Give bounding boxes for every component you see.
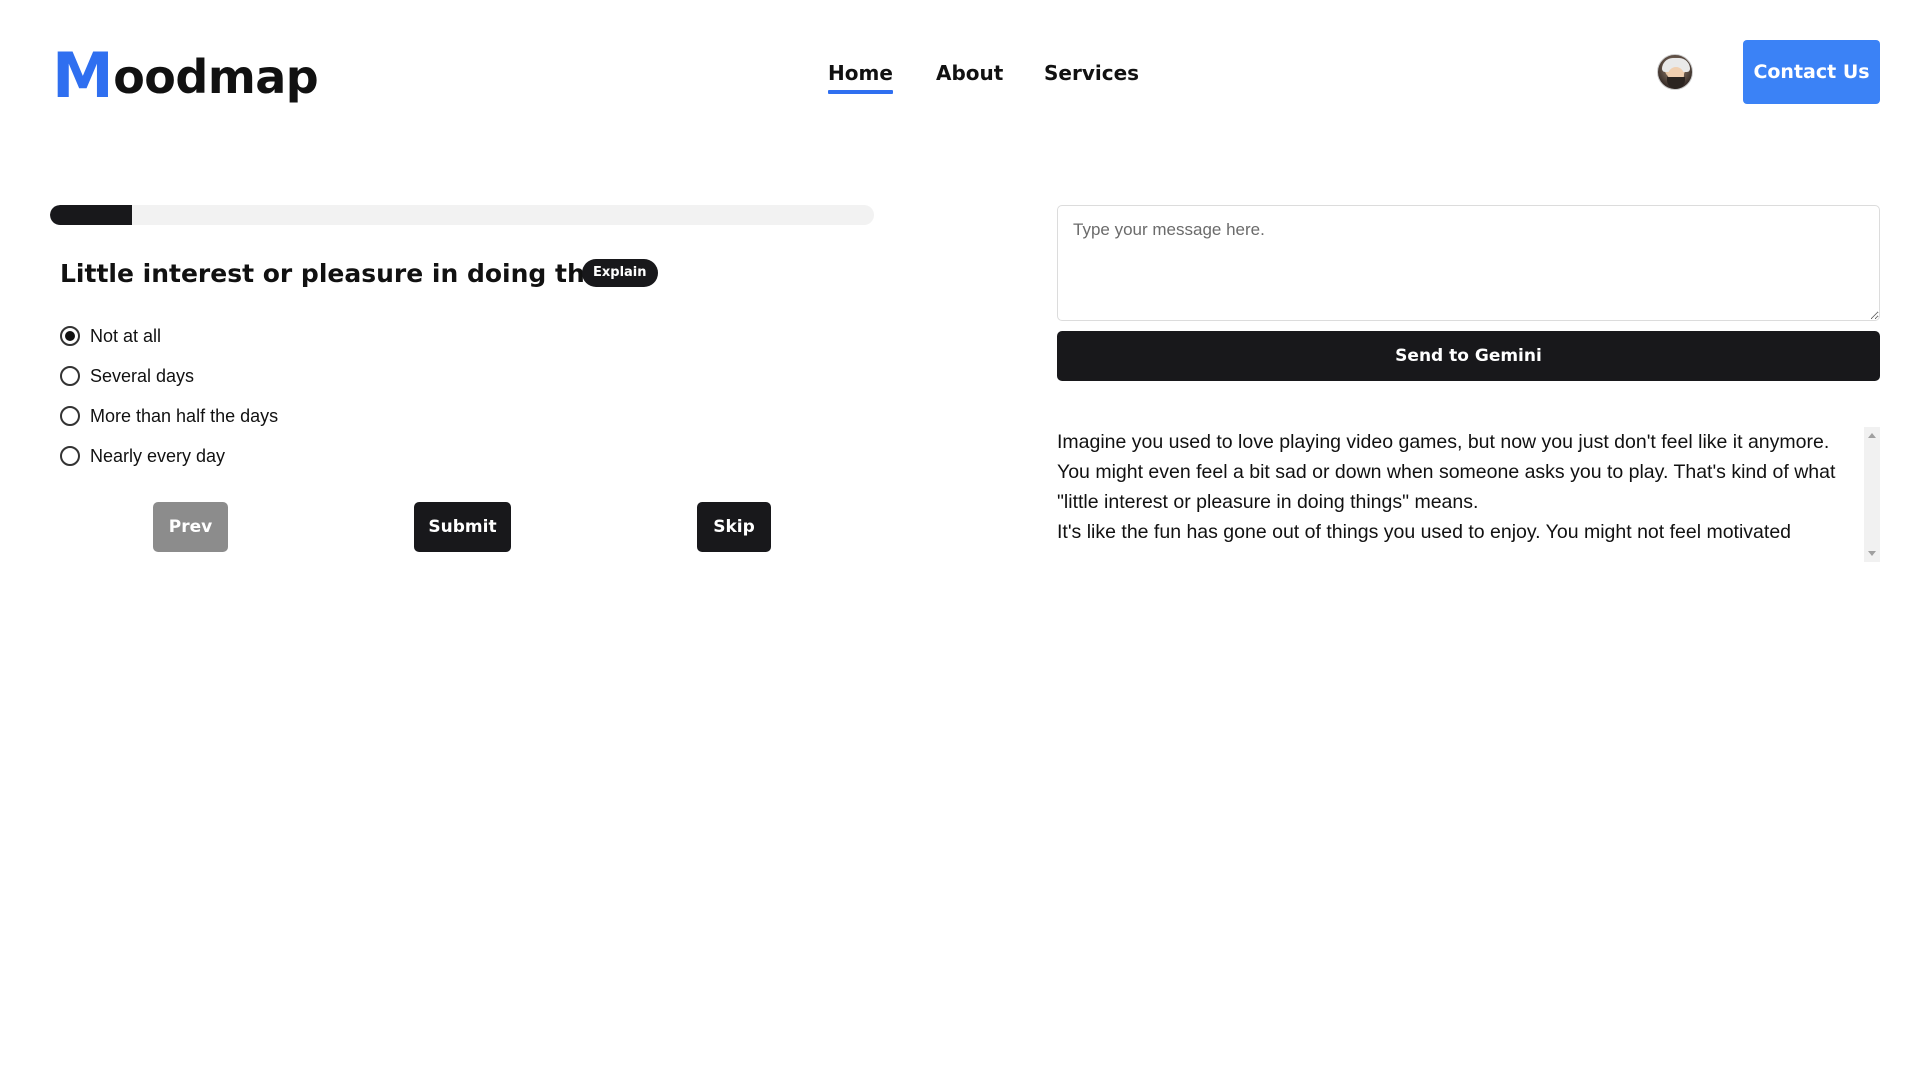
- option-label: More than half the days: [90, 405, 279, 426]
- skip-button[interactable]: Skip: [697, 502, 771, 552]
- prev-button[interactable]: Prev: [153, 502, 228, 552]
- option-label: Not at all: [90, 325, 162, 346]
- radio-icon[interactable]: [60, 326, 80, 346]
- submit-button[interactable]: Submit: [414, 502, 511, 552]
- scroll-down-icon[interactable]: [1868, 551, 1876, 556]
- option-not-at-all[interactable]: Not at all: [60, 316, 560, 356]
- progress-bar: [50, 205, 874, 225]
- nav-home[interactable]: Home: [828, 58, 893, 94]
- header: Moodmap Home About Services Contact Us: [0, 0, 1920, 150]
- option-more-than-half[interactable]: More than half the days: [60, 396, 560, 436]
- logo-initial: M: [52, 39, 114, 112]
- scroll-up-icon[interactable]: [1868, 433, 1876, 438]
- radio-icon[interactable]: [60, 446, 80, 466]
- progress-fill: [50, 205, 133, 225]
- logo-text: oodmap: [113, 50, 319, 104]
- gemini-response[interactable]: Imagine you used to love playing video g…: [1057, 427, 1880, 562]
- response-paragraph: It's like the fun has gone out of things…: [1057, 521, 1792, 543]
- response-scrollbar[interactable]: [1864, 427, 1880, 562]
- message-input[interactable]: [1057, 205, 1880, 321]
- nav-about[interactable]: About: [936, 58, 1003, 88]
- option-several-days[interactable]: Several days: [60, 356, 560, 396]
- logo[interactable]: Moodmap: [52, 45, 319, 107]
- radio-icon[interactable]: [60, 366, 80, 386]
- option-label: Several days: [90, 365, 195, 386]
- response-paragraph: Imagine you used to love playing video g…: [1057, 431, 1836, 513]
- question-title: Little interest or pleasure in doing thi…: [60, 259, 644, 288]
- avatar-beard: [1667, 77, 1685, 89]
- send-to-gemini-button[interactable]: Send to Gemini: [1057, 331, 1880, 381]
- answer-options: Not at all Several days More than half t…: [60, 316, 560, 476]
- option-nearly-every-day[interactable]: Nearly every day: [60, 436, 560, 476]
- nav-services[interactable]: Services: [1044, 58, 1139, 88]
- contact-us-button[interactable]: Contact Us: [1743, 40, 1880, 104]
- radio-icon[interactable]: [60, 406, 80, 426]
- response-text: Imagine you used to love playing video g…: [1057, 427, 1865, 547]
- user-avatar[interactable]: [1657, 54, 1693, 90]
- option-label: Nearly every day: [90, 445, 226, 466]
- explain-button[interactable]: Explain: [582, 259, 658, 287]
